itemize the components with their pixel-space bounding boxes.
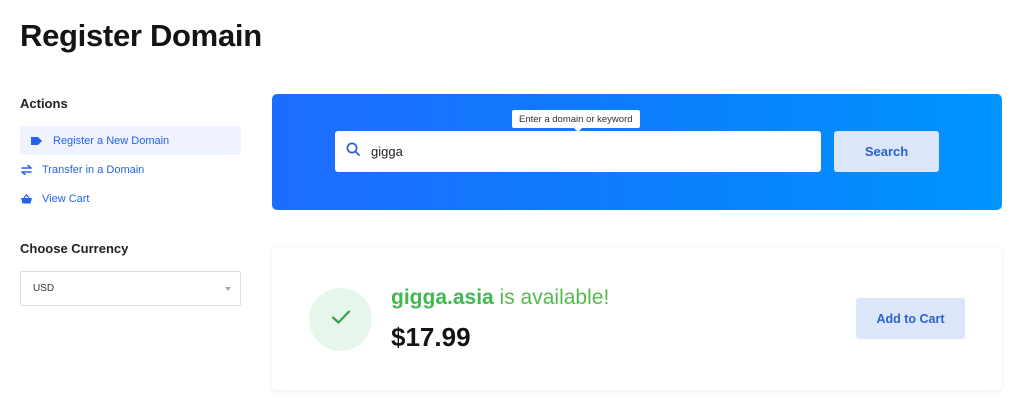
availability-badge bbox=[309, 288, 372, 351]
sidebar-item-register-domain[interactable]: Register a New Domain bbox=[20, 126, 241, 155]
actions-heading: Actions bbox=[20, 96, 68, 111]
result-price: $17.99 bbox=[391, 322, 471, 352]
search-tooltip: Enter a domain or keyword bbox=[512, 110, 640, 132]
search-button[interactable]: Search bbox=[834, 131, 939, 172]
transfer-arrows-icon bbox=[20, 164, 32, 176]
sidebar-item-label: View Cart bbox=[42, 192, 90, 205]
actions-list: Register a New Domain Transfer in a Doma… bbox=[20, 126, 241, 213]
chevron-down-icon bbox=[225, 286, 231, 291]
currency-select[interactable]: USD bbox=[20, 271, 241, 306]
add-to-cart-button[interactable]: Add to Cart bbox=[856, 298, 965, 339]
page-title: Register Domain bbox=[20, 18, 262, 53]
result-status: is available! bbox=[499, 286, 610, 309]
domain-result-card: gigga.asia is available! $17.99 Add to C… bbox=[272, 248, 1002, 390]
sidebar-item-label: Register a New Domain bbox=[53, 134, 170, 147]
domain-search-input[interactable] bbox=[371, 144, 791, 159]
sidebar-item-view-cart[interactable]: View Cart bbox=[20, 184, 241, 213]
availability-message: gigga.asia is available! bbox=[391, 286, 609, 310]
search-icon bbox=[346, 142, 360, 161]
currency-heading: Choose Currency bbox=[20, 241, 129, 256]
result-domain: gigga.asia bbox=[391, 286, 494, 309]
currency-value: USD bbox=[33, 283, 55, 294]
sidebar: Actions Register a New Domain Transfer i… bbox=[20, 96, 241, 306]
basket-icon bbox=[20, 193, 32, 205]
sidebar-item-transfer-domain[interactable]: Transfer in a Domain bbox=[20, 155, 241, 184]
tag-icon bbox=[30, 135, 42, 147]
check-icon bbox=[331, 309, 351, 330]
search-field[interactable] bbox=[335, 131, 821, 172]
domain-search-panel: Enter a domain or keyword Search bbox=[272, 94, 1002, 210]
sidebar-item-label: Transfer in a Domain bbox=[42, 163, 145, 176]
